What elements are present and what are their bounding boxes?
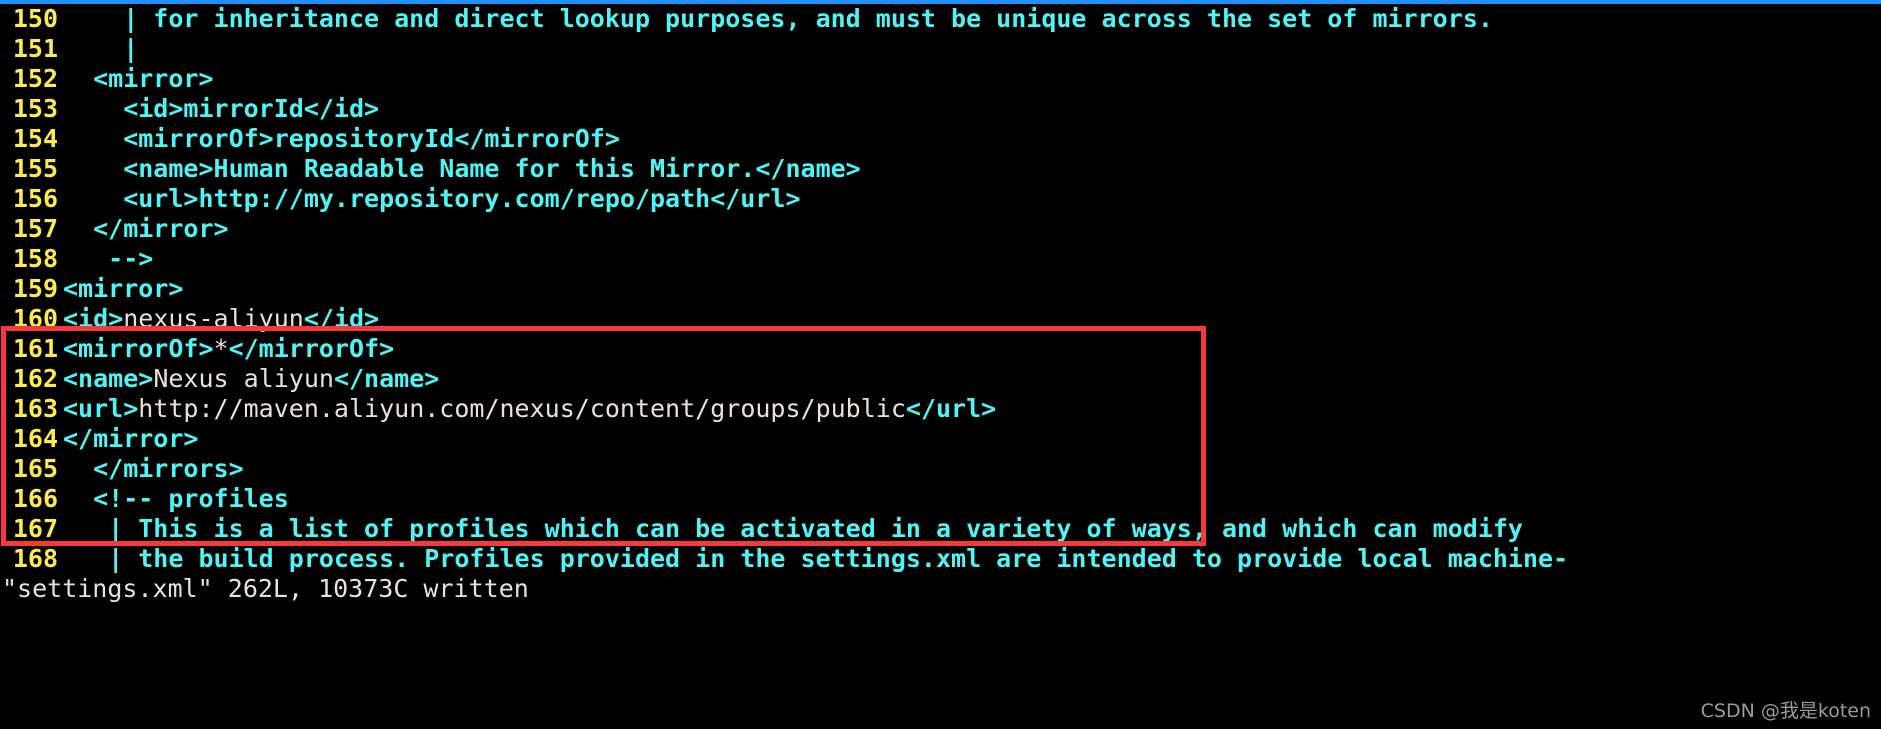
xml-comment: | This is a list of profiles which can b… (63, 514, 1523, 543)
line-content: | This is a list of profiles which can b… (63, 514, 1523, 544)
code-line[interactable]: 158 --> (0, 244, 1881, 274)
xml-text-value: Nexus aliyun (153, 364, 334, 393)
xml-comment: <!-- profiles (63, 484, 289, 513)
line-content: <name>Nexus aliyun</name> (63, 364, 439, 394)
code-line[interactable]: 152 <mirror> (0, 64, 1881, 94)
line-content: <!-- profiles (63, 484, 289, 514)
line-content: <mirrorOf>*</mirrorOf> (63, 334, 394, 364)
xml-comment: | (63, 34, 139, 63)
code-line[interactable]: 163 <url>http://maven.aliyun.com/nexus/co… (0, 394, 1881, 424)
line-content: <id>nexus-aliyun</id> (63, 304, 379, 334)
xml-tag: <url> (63, 394, 139, 423)
line-number: 168 (12, 544, 58, 573)
code-line[interactable]: 157 </mirror> (0, 214, 1881, 244)
line-content: <mirror> (63, 274, 183, 304)
line-number: 159 (12, 274, 58, 303)
xml-tag: </id> (303, 304, 380, 333)
code-line[interactable]: 156 <url>http://my.repository.com/repo/p… (0, 184, 1881, 214)
line-content: <mirrorOf>repositoryId</mirrorOf> (63, 124, 620, 154)
xml-tag: <mirror> (63, 274, 184, 303)
xml-tag: </mirrors> (63, 454, 244, 483)
xml-tag: </mirrorOf> (228, 334, 395, 363)
line-number: 152 (12, 64, 58, 93)
line-number: 166 (12, 484, 58, 513)
xml-text-value: nexus-aliyun (123, 304, 304, 333)
code-line[interactable]: 150 | for inheritance and direct lookup … (0, 4, 1881, 34)
line-content: <mirror> (63, 64, 214, 94)
xml-tag: <mirrorOf>repositoryId</mirrorOf> (63, 124, 620, 153)
line-number: 153 (12, 94, 58, 123)
line-number: 154 (12, 124, 58, 153)
xml-comment: | for inheritance and direct lookup purp… (63, 4, 1493, 33)
line-number: 157 (12, 214, 58, 243)
line-number: 151 (12, 34, 58, 63)
line-number: 150 (12, 4, 58, 33)
xml-tag: <url>http://my.repository.com/repo/path<… (63, 184, 801, 213)
xml-text-value: http://maven.aliyun.com/nexus/content/gr… (138, 394, 906, 423)
xml-comment: | the build process. Profiles provided i… (63, 544, 1569, 573)
code-line[interactable]: 160 <id>nexus-aliyun</id> (0, 304, 1881, 334)
code-line[interactable]: 154 <mirrorOf>repositoryId</mirrorOf> (0, 124, 1881, 154)
line-content: | the build process. Profiles provided i… (63, 544, 1568, 574)
xml-tag: <mirror> (63, 64, 214, 93)
line-content: --> (63, 244, 153, 274)
line-content: <url>http://maven.aliyun.com/nexus/conte… (63, 394, 996, 424)
csdn-watermark: CSDN @我是koten (1700, 700, 1871, 722)
xml-tag: <id>mirrorId</id> (63, 94, 380, 123)
line-number: 158 (12, 244, 58, 273)
line-content: <name>Human Readable Name for this Mirro… (63, 154, 861, 184)
line-number: 156 (12, 184, 58, 213)
line-number: 160 (12, 304, 58, 333)
xml-tag: <mirrorOf> (63, 334, 214, 363)
line-content: </mirror> (63, 424, 198, 454)
line-content: </mirror> (63, 214, 229, 244)
code-line[interactable]: 164 </mirror> (0, 424, 1881, 454)
line-number: 155 (12, 154, 58, 183)
xml-comment: --> (63, 244, 154, 273)
line-number: 167 (12, 514, 58, 543)
xml-tag: <id> (63, 304, 124, 333)
xml-text-value: * (213, 334, 229, 363)
code-line[interactable]: 161 <mirrorOf>*</mirrorOf> (0, 334, 1881, 364)
xml-tag: </mirror> (63, 424, 199, 453)
code-line[interactable]: 165 </mirrors> (0, 454, 1881, 484)
line-number: 162 (12, 364, 58, 393)
line-number: 164 (12, 424, 58, 453)
code-line[interactable]: 162 <name>Nexus aliyun</name> (0, 364, 1881, 394)
terminal-screen: 150 | for inheritance and direct lookup … (0, 0, 1881, 729)
line-content: <url>http://my.repository.com/repo/path<… (63, 184, 801, 214)
line-content: | for inheritance and direct lookup purp… (63, 4, 1493, 34)
xml-tag: <name> (63, 364, 154, 393)
code-line[interactable]: 166 <!-- profiles (0, 484, 1881, 514)
xml-tag: <name>Human Readable Name for this Mirro… (63, 154, 861, 183)
code-line[interactable]: 159 <mirror> (0, 274, 1881, 304)
line-content: </mirrors> (63, 454, 244, 484)
xml-tag: </url> (905, 394, 997, 423)
xml-tag: </name> (333, 364, 440, 393)
code-line[interactable]: 151 | (0, 34, 1881, 64)
code-line[interactable]: 153 <id>mirrorId</id> (0, 94, 1881, 124)
line-number: 165 (12, 454, 58, 483)
line-number: 163 (12, 394, 58, 423)
vim-status-line: "settings.xml" 262L, 10373C written (2, 574, 529, 603)
code-line[interactable]: 167 | This is a list of profiles which c… (0, 514, 1881, 544)
line-content: | (63, 34, 138, 64)
vim-text-area[interactable]: 150 | for inheritance and direct lookup … (0, 4, 1881, 574)
xml-tag: </mirror> (63, 214, 229, 243)
code-line[interactable]: 168 | the build process. Profiles provid… (0, 544, 1881, 574)
line-content: <id>mirrorId</id> (63, 94, 379, 124)
code-line[interactable]: 155 <name>Human Readable Name for this M… (0, 154, 1881, 184)
line-number: 161 (12, 334, 58, 363)
